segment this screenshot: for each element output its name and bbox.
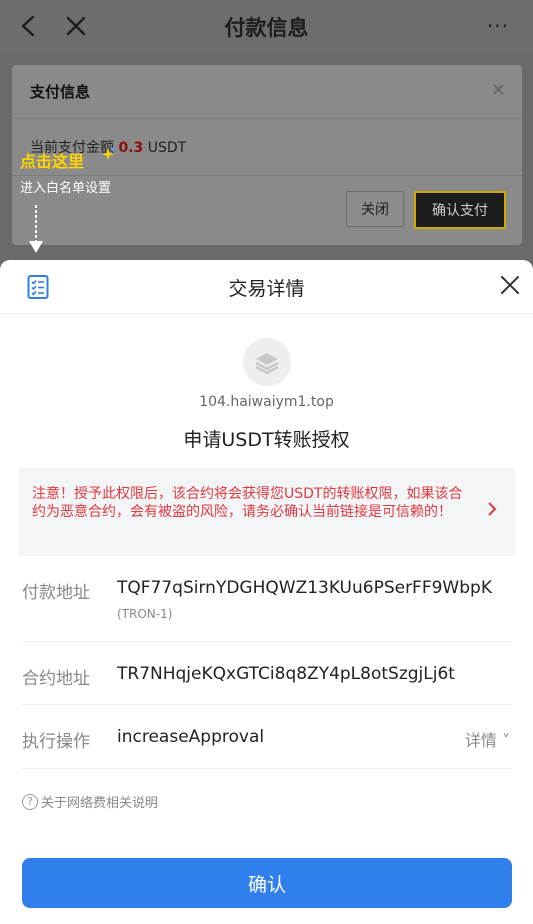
confirm-button[interactable]: 确认 <box>22 858 512 908</box>
payer-address-label: 付款地址 <box>22 583 90 603</box>
dapp-domain: 104.haiwaiym1.top <box>199 394 334 410</box>
warning-box[interactable]: 注意！授予此权限后，该合约将会获得您USDT的转账权限，如果该合约为恶意合约，会… <box>18 467 516 556</box>
page-title: 付款信息 <box>224 16 309 40</box>
down-arrow-icon <box>29 205 43 253</box>
more-menu-icon[interactable]: ··· <box>487 14 509 38</box>
divider <box>12 175 522 176</box>
top-bar: 付款信息 ··· <box>0 0 533 52</box>
payment-dialog-header: 支付信息 × <box>12 65 522 119</box>
chevron-right-icon <box>488 502 497 516</box>
confirm-payment-button[interactable]: 确认支付 <box>414 191 506 229</box>
close-button[interactable]: 关闭 <box>346 191 404 227</box>
payment-dialog: 支付信息 × 当前支付金额 0.3 USDT 关闭 确认支付 <box>12 65 522 245</box>
amount-value: 0.3 <box>118 140 144 156</box>
contract-address-label: 合约地址 <box>22 669 90 689</box>
payment-dialog-close-icon[interactable]: × <box>491 79 506 100</box>
contract-address-value: TR7NHqjeKQxGTCi8q8ZY4pL8otSzgjLj6t <box>117 664 455 684</box>
request-title: 申请USDT转账授权 <box>183 429 350 451</box>
close-icon[interactable] <box>499 274 521 296</box>
sheet-header: 交易详情 <box>0 260 533 314</box>
sparkle-icon <box>102 147 115 160</box>
payer-network: (TRON-1) <box>117 607 173 621</box>
operation-value: increaseApproval <box>117 727 265 747</box>
dapp-logo-icon <box>243 338 291 386</box>
operation-label: 执行操作 <box>22 732 90 752</box>
fee-hint-text: 关于网络费相关说明 <box>41 796 159 811</box>
operation-row: 执行操作 increaseApproval 详情 ˅ <box>22 705 512 769</box>
annotation-subtitle: 进入白名单设置 <box>20 181 112 196</box>
warning-text: 注意！授予此权限后，该合约将会获得您USDT的转账权限，如果该合约为恶意合约，会… <box>32 486 463 520</box>
contract-address-row: 合约地址 TR7NHqjeKQxGTCi8q8ZY4pL8otSzgjLj6t <box>22 642 512 705</box>
annotation-title: 点击这里 <box>20 152 85 171</box>
sheet-title: 交易详情 <box>228 278 305 300</box>
payer-address-value: TQF77qSirnYDGHQWZ13KUu6PSerFF9WbpK <box>117 578 492 598</box>
payment-dialog-title: 支付信息 <box>30 83 91 101</box>
operation-details-toggle[interactable]: 详情 ˅ <box>465 727 510 751</box>
question-icon: ? <box>22 793 38 810</box>
amount-unit: USDT <box>147 140 187 156</box>
payer-address-row: 付款地址 TQF77qSirnYDGHQWZ13KUu6PSerFF9WbpK … <box>22 566 512 642</box>
network-fee-hint[interactable]: ? 关于网络费相关说明 <box>22 792 158 811</box>
